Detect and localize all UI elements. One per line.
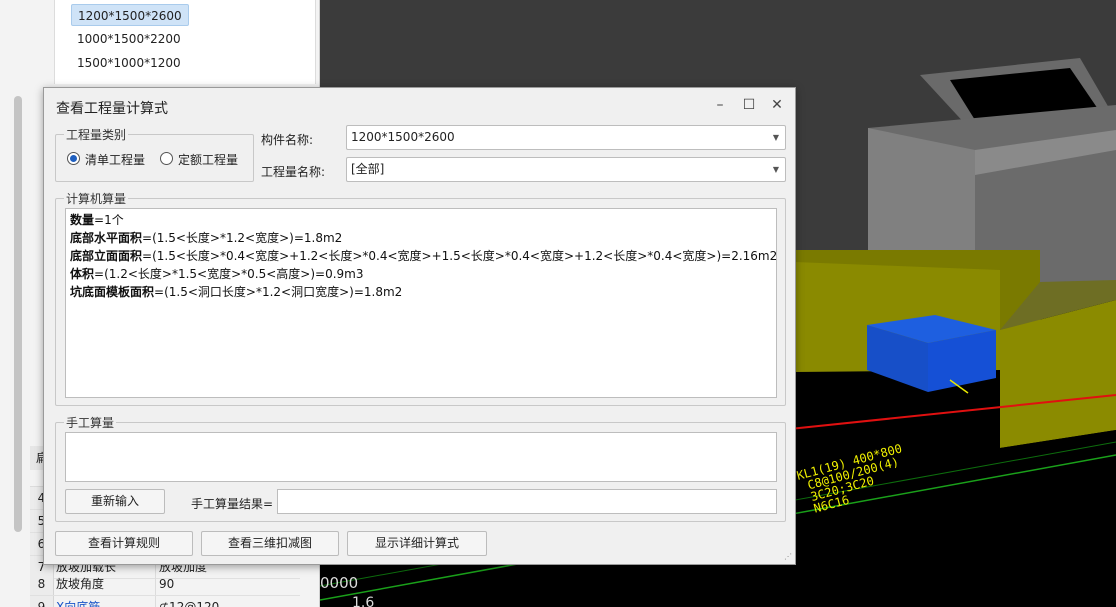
radio-list-label[interactable]: 清单工程量: [85, 151, 145, 168]
computer-calc-group: 计算机算量 数量=1个 底部水平面积=(1.5<长度>*1.2<宽度>)=1.8…: [55, 190, 786, 406]
bottom-label: 1.6: [352, 595, 374, 607]
formula-line: 体积=(1.2<长度>*1.5<宽度>*0.5<高度>)=0.9m3: [70, 267, 364, 281]
view-calc-rules-button[interactable]: 查看计算规则: [55, 531, 193, 556]
manual-calc-textarea[interactable]: [65, 432, 777, 482]
table-row[interactable]: 8 放坡角度 90: [30, 573, 300, 596]
chevron-down-icon: ▼: [772, 165, 779, 174]
formula-line: 底部水平面积=(1.5<长度>*1.2<宽度>)=1.8m2: [70, 231, 343, 245]
table-row[interactable]: 9 X向底筋 ⊈12@120: [30, 596, 300, 607]
tree-item[interactable]: 1500*1000*1200: [71, 52, 187, 74]
dialog-title: 查看工程量计算式: [56, 101, 168, 117]
manual-calc-group: 手工算量 重新输入 手工算量结果=: [55, 414, 786, 522]
group-label: 手工算量: [64, 414, 117, 431]
radio-list-qty[interactable]: [67, 152, 80, 165]
formula-line: 坑底面模板面积=(1.5<洞口长度>*1.2<洞口宽度>)=1.8m2: [70, 285, 403, 299]
calc-formula-dialog: 查看工程量计算式 – ☐ ✕ 工程量类别 清单工程量 定额工程量 构件名称: 1…: [43, 87, 796, 565]
resize-grip-icon[interactable]: ⋰: [784, 552, 792, 561]
radio-quota-qty[interactable]: [160, 152, 173, 165]
formula-textarea[interactable]: 数量=1个 底部水平面积=(1.5<长度>*1.2<宽度>)=1.8m2 底部立…: [65, 208, 777, 398]
component-name-select[interactable]: 1200*1500*2600 ▼: [346, 125, 786, 150]
reinput-button[interactable]: 重新输入: [65, 489, 165, 514]
chevron-down-icon: ▼: [772, 133, 779, 142]
close-button[interactable]: ✕: [768, 96, 786, 114]
maximize-button[interactable]: ☐: [740, 96, 758, 114]
left-scrollbar[interactable]: [14, 96, 22, 532]
qty-type-group: 工程量类别 清单工程量 定额工程量: [55, 126, 254, 182]
group-label: 工程量类别: [64, 126, 129, 143]
component-tree: 1200*1500*2600 1000*1500*2200 1500*1000*…: [54, 0, 316, 84]
minimize-button[interactable]: –: [711, 96, 729, 114]
view-3d-deduction-button[interactable]: 查看三维扣减图: [201, 531, 339, 556]
bottom-label: 0000: [320, 574, 358, 592]
tree-item[interactable]: 1200*1500*2600: [71, 4, 189, 26]
component-name-label: 构件名称:: [261, 133, 314, 147]
manual-result-input[interactable]: [277, 489, 777, 514]
qty-name-label: 工程量名称:: [261, 165, 326, 179]
group-label: 计算机算量: [64, 190, 129, 207]
qty-name-select[interactable]: [全部] ▼: [346, 157, 786, 182]
manual-result-label: 手工算量结果=: [191, 497, 274, 511]
tree-item[interactable]: 1000*1500*2200: [71, 28, 187, 50]
formula-line: 底部立面面积=(1.5<长度>*0.4<宽度>+1.2<长度>*0.4<宽度>+…: [70, 249, 778, 263]
radio-quota-label[interactable]: 定额工程量: [178, 151, 238, 168]
show-detail-formula-button[interactable]: 显示详细计算式: [347, 531, 487, 556]
formula-line: 数量=1个: [70, 213, 124, 227]
